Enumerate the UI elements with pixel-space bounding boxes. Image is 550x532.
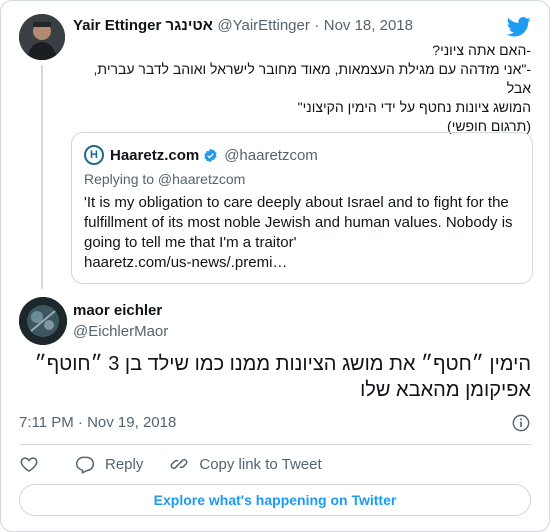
- tweet1-handle[interactable]: @YairEttinger: [217, 17, 309, 34]
- quoted-tweet-header: H Haaretz.com @haaretzcom: [84, 145, 318, 165]
- tweet1-date[interactable]: Nov 18, 2018: [324, 17, 413, 34]
- explore-twitter-button[interactable]: Explore what's happening on Twitter: [19, 484, 531, 516]
- divider: [19, 444, 531, 445]
- separator-dot: ·: [314, 17, 320, 34]
- tweet1-line: -"אני מזדהה עם מגילת העצמאות, מאוד מחובר…: [93, 61, 531, 96]
- replying-to-label: Replying to @haaretzcom: [84, 171, 246, 187]
- tweet2-author: maor eichler @EichlerMaor: [73, 303, 168, 341]
- tweet2-display-name[interactable]: maor eichler: [73, 303, 168, 319]
- quoted-tweet-link[interactable]: haaretz.com/us-news/.premi…: [84, 254, 287, 271]
- info-icon[interactable]: [512, 414, 530, 432]
- tweet1-text: -האם אתה ציוני? -"אני מזדהה עם מגילת העצ…: [73, 41, 531, 136]
- tweet1-line: -האם אתה ציוני?: [432, 42, 531, 58]
- verified-badge-icon: [204, 148, 217, 162]
- copy-link-label: Copy link to Tweet: [199, 455, 322, 473]
- tweet-actions: Reply Copy link to Tweet: [19, 453, 348, 475]
- reply-label: Reply: [105, 455, 144, 473]
- thread-connector-line: [41, 65, 43, 289]
- tweet2-timestamp[interactable]: 7:11 PM · Nov 19, 2018: [19, 414, 176, 431]
- link-icon: [170, 459, 188, 469]
- reply-icon: [75, 456, 95, 474]
- tweet2-text: הימין ״חטף״ את מושג הציונות ממנו כמו שיל…: [34, 353, 531, 401]
- quoted-display-name: Haaretz.com: [110, 146, 200, 164]
- copy-link-button[interactable]: Copy link to Tweet: [169, 454, 322, 474]
- twitter-bird-icon[interactable]: [507, 17, 531, 37]
- quoted-handle: @haaretzcom: [224, 146, 318, 164]
- heart-icon: [20, 457, 38, 472]
- tweet2-handle[interactable]: @EichlerMaor: [73, 323, 168, 341]
- reply-button[interactable]: Reply: [75, 454, 143, 474]
- avatar-maor-eichler[interactable]: [19, 297, 67, 345]
- tweet1-line: המושג ציונות נחטף על ידי הימין הקיצוני": [297, 99, 531, 115]
- like-button[interactable]: [19, 454, 49, 474]
- avatar-yair-ettinger[interactable]: [19, 14, 65, 60]
- quoted-tweet[interactable]: H Haaretz.com @haaretzcom Replying to @h…: [71, 132, 533, 284]
- tweet1-header: Yair Ettinger אטינגר @YairEttinger · Nov…: [73, 17, 413, 35]
- quoted-tweet-body: 'It is my obligation to care deeply abou…: [84, 194, 513, 251]
- tweet-embed-card: Yair Ettinger אטינגר @YairEttinger · Nov…: [0, 0, 550, 532]
- tweet1-display-name[interactable]: Yair Ettinger אטינגר: [73, 17, 213, 34]
- haaretz-logo-icon: H: [84, 145, 104, 165]
